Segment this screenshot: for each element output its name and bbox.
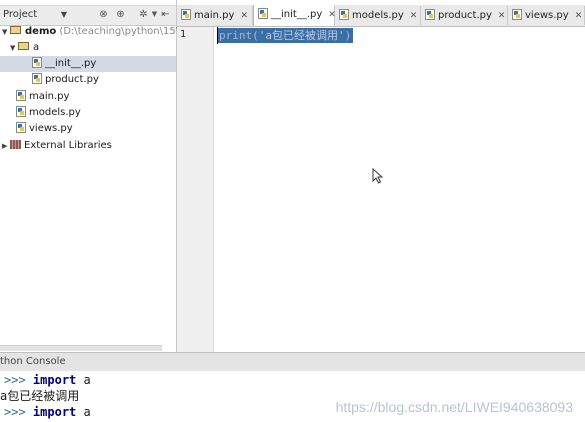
tree-item-a[interactable]: ▼ a	[2, 40, 39, 56]
tab-views-py[interactable]: views.py ✕	[508, 6, 585, 25]
chevron-down-icon: ▼	[60, 10, 67, 19]
python-file-icon	[512, 8, 522, 20]
text-caret	[217, 27, 218, 44]
tree-horizontal-scrollbar[interactable]	[0, 345, 162, 351]
tree-item-label: External Libraries	[24, 140, 112, 151]
console-line: >>> import a	[4, 404, 91, 420]
close-icon[interactable]: ✕	[575, 7, 583, 26]
python-file-icon	[16, 121, 26, 133]
tab-init-py[interactable]: __init__.py ✕	[253, 5, 336, 26]
console-keyword: import	[32, 373, 77, 387]
tree-item-label: models.py	[29, 107, 81, 118]
sync-icon[interactable]: ⊗	[97, 8, 110, 21]
project-toolbar: Project ▼ ⊗ ⊕ ✲ ▼ ⇤	[0, 5, 176, 26]
console-prompt: >>>	[4, 373, 26, 387]
tree-item-main-py[interactable]: main.py	[0, 89, 69, 105]
package-folder-icon	[18, 42, 29, 50]
tree-item-init-py[interactable]: __init__.py	[0, 56, 176, 72]
python-file-icon	[258, 7, 268, 19]
tree-item-product-py[interactable]: product.py	[0, 72, 99, 88]
tree-item-label: __init__.py	[45, 58, 97, 69]
tree-item-models-py[interactable]: models.py	[0, 105, 81, 121]
python-console[interactable]: >>> import a a包已经被调用 >>> import a https:…	[0, 371, 585, 422]
python-file-icon	[181, 8, 191, 20]
tree-item-label: main.py	[29, 91, 70, 102]
tab-models-py[interactable]: models.py ✕	[335, 6, 421, 25]
python-file-icon	[16, 105, 26, 117]
python-file-icon	[16, 89, 26, 101]
editor-gutter	[177, 27, 214, 352]
console-text: a	[76, 373, 91, 387]
tree-item-label: a	[33, 42, 40, 53]
tab-label: product.py	[438, 10, 492, 21]
console-output: a包已经被调用	[0, 388, 79, 404]
python-file-icon	[32, 72, 42, 84]
hide-panel-icon[interactable]: ⇤	[159, 8, 172, 21]
project-view-label: Project	[3, 9, 38, 20]
console-title: thon Console	[0, 356, 66, 367]
code-function: print(	[219, 29, 259, 42]
expand-arrow-icon: ▼	[2, 28, 8, 36]
library-icon	[10, 139, 21, 149]
tab-product-py[interactable]: product.py ✕	[421, 6, 508, 25]
project-panel: Project ▼ ⊗ ⊕ ✲ ▼ ⇤ ▼ demo (D:\teaching\p…	[0, 0, 207, 352]
project-view-select[interactable]: Project ▼	[0, 7, 69, 23]
code-line-selected[interactable]: print('a包已经被调用')	[218, 28, 354, 43]
close-icon[interactable]: ✕	[498, 7, 506, 26]
console-prompt: >>>	[4, 405, 26, 419]
folder-icon	[10, 26, 21, 34]
console-header: thon Console	[0, 352, 585, 372]
python-file-icon	[32, 56, 42, 68]
console-output-text: a包已经被调用	[0, 389, 80, 403]
tree-item-views-py[interactable]: views.py	[0, 121, 73, 137]
line-number: 1	[180, 29, 187, 40]
tab-label: __init__.py	[271, 9, 323, 20]
expand-arrow-icon: ▼	[10, 44, 16, 52]
console-text: a	[76, 405, 91, 419]
code-close-paren: )	[344, 29, 352, 42]
mouse-pointer-icon	[372, 168, 384, 184]
watermark: https://blog.csdn.net/LIWEI940638093	[335, 399, 573, 415]
close-icon[interactable]: ✕	[240, 7, 248, 26]
code-string: 'a包已经被调用'	[258, 29, 345, 42]
console-keyword: import	[32, 405, 77, 419]
code-editor[interactable]	[214, 27, 585, 352]
tree-item-label: demo	[25, 26, 57, 37]
tree-item-label: views.py	[29, 123, 73, 134]
tab-label: views.py	[525, 10, 569, 21]
tree-item-external-libraries[interactable]: ▶ External Libraries	[2, 138, 112, 154]
close-icon[interactable]: ✕	[410, 7, 418, 26]
tab-main-py[interactable]: main.py ✕	[177, 6, 253, 25]
tab-label: main.py	[194, 10, 235, 21]
python-file-icon	[339, 8, 349, 20]
collapse-icon[interactable]: ⊕	[114, 8, 127, 21]
tab-label: models.py	[352, 10, 404, 21]
collapse-arrow-icon: ▶	[2, 142, 8, 150]
tree-item-label: product.py	[45, 74, 99, 85]
editor-tab-bar: main.py ✕ __init__.py ✕ models.py ✕ product…	[177, 5, 585, 27]
console-line: >>> import a	[4, 372, 91, 388]
python-file-icon	[425, 8, 435, 20]
